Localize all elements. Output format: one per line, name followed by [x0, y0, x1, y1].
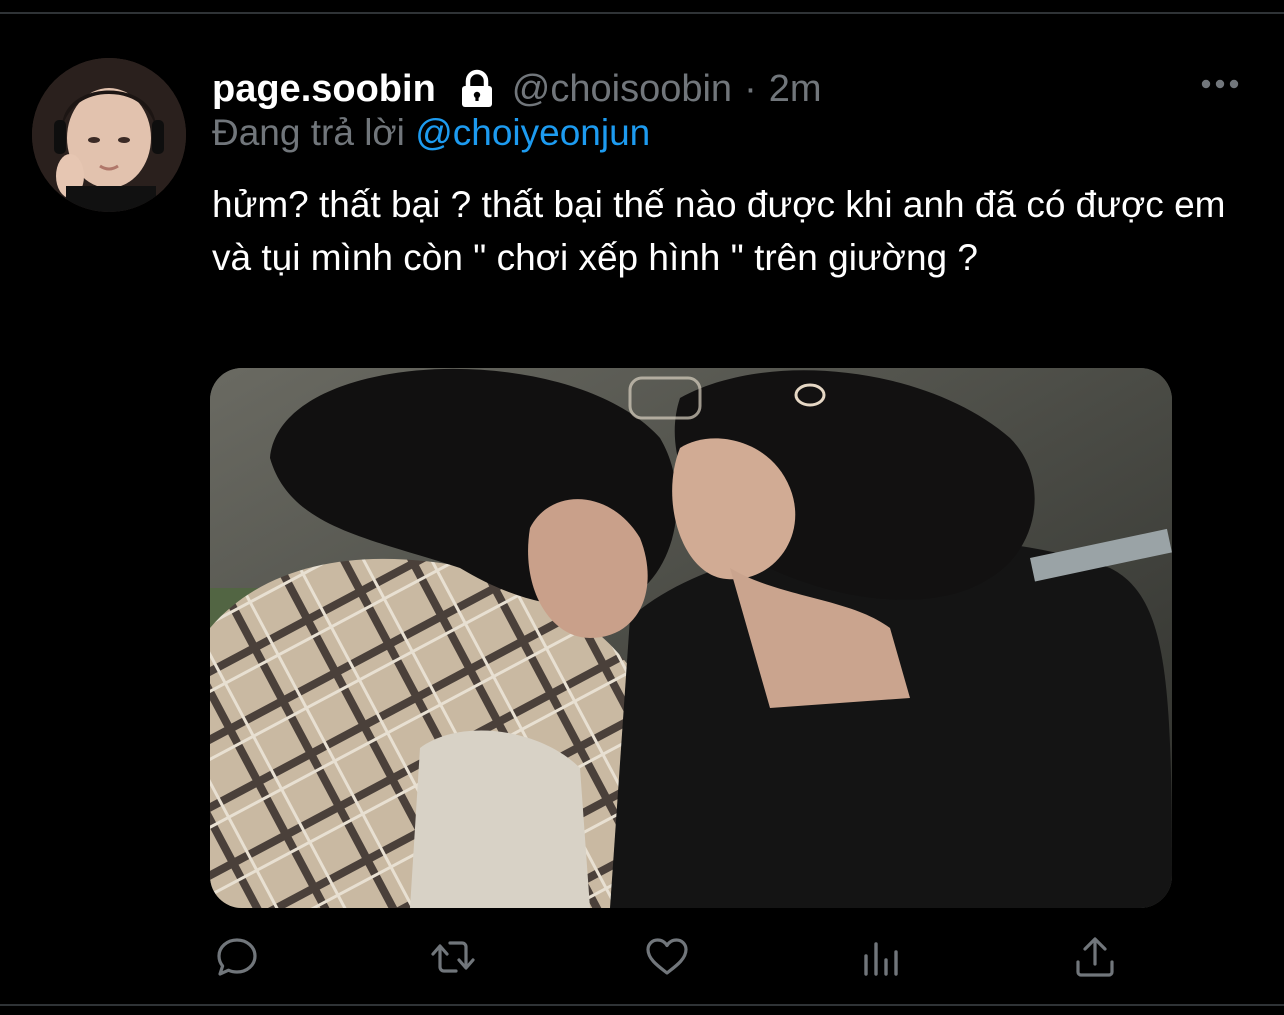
reply-mention-link[interactable]: @choiyeonjun [415, 112, 650, 153]
lock-icon [456, 68, 498, 110]
replying-to: Đang trả lời @choiyeonjun [212, 112, 650, 154]
avatar-image [32, 58, 186, 212]
handle[interactable]: @choisoobin [512, 68, 732, 111]
display-name[interactable]: page.soobin [212, 68, 436, 111]
more-options-icon[interactable] [1196, 70, 1244, 98]
avatar[interactable] [32, 58, 186, 212]
tweet-actions [0, 932, 1284, 988]
tweet-media[interactable] [210, 368, 1172, 908]
media-photo [210, 368, 1172, 908]
retweet-icon [431, 941, 475, 973]
separator-dot: · [744, 67, 757, 110]
reply-icon [217, 938, 257, 976]
top-divider [0, 12, 1284, 14]
bottom-divider [0, 1004, 1284, 1006]
analytics-button[interactable] [856, 932, 906, 982]
retweet-button[interactable] [428, 932, 478, 982]
analytics-icon [864, 942, 898, 976]
timestamp[interactable]: 2m [769, 68, 822, 111]
reply-button[interactable] [212, 932, 262, 982]
heart-icon [646, 938, 688, 975]
share-icon [1076, 937, 1114, 977]
tweet-text: hửm? thất bại ? thất bại thế nào được kh… [212, 184, 1226, 278]
tweet-header: page.soobin @choisoobin · 2m [212, 64, 822, 114]
like-button[interactable] [642, 932, 692, 982]
share-button[interactable] [1070, 932, 1120, 982]
reply-prefix: Đang trả lời [212, 112, 405, 153]
